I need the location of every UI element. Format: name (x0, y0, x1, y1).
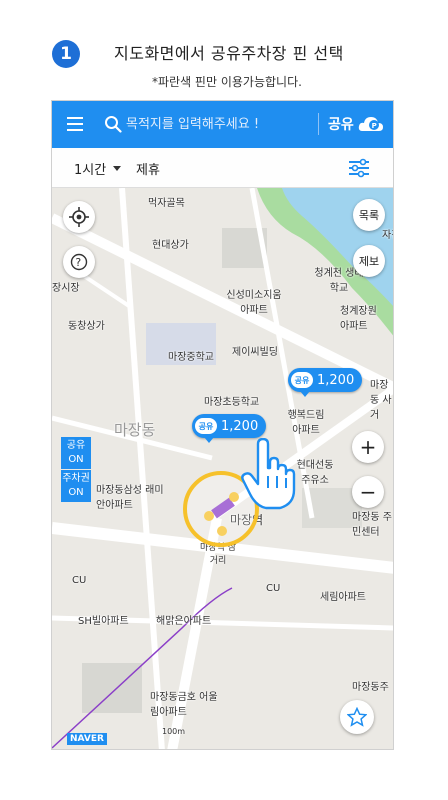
poi-label: CU (72, 575, 87, 586)
legend-line: ON (68, 487, 84, 498)
poi-label: SH빌아파트 (78, 616, 129, 627)
share-label: 공유 (328, 117, 354, 133)
poi-label: 청계장원 아파트 (340, 306, 377, 332)
help-button[interactable]: ? (63, 246, 95, 278)
poi-label: 마장동금호 어울림아파트 (150, 692, 218, 718)
legend-line: 주차권 (62, 473, 90, 484)
zoom-out-button[interactable]: − (352, 476, 384, 508)
poi-label: 마장동삼성 래미안아파트 (96, 485, 164, 511)
parking-pin-selected[interactable]: 공유 1,200 (192, 414, 267, 443)
map-view[interactable]: 마장동 현대상가 먹자골목 장시장 동창상가 청계천 생태학교 신성미소지움 아… (52, 188, 393, 749)
poi-label: 마장동 사거 (370, 380, 392, 421)
poi-label: 세림아파트 (320, 592, 366, 603)
poi-label: 현대상가 (152, 240, 189, 251)
current-location-button[interactable] (63, 201, 95, 233)
poi-label: 신성미소지움 아파트 (226, 290, 282, 316)
step-note: *파란색 핀만 이용가능합니다. (152, 75, 302, 89)
step-title: 지도화면에서 공유주차장 핀 선택 (114, 44, 344, 63)
poi-label: 자경 (382, 230, 393, 241)
star-icon (347, 707, 367, 727)
poi-label: 행복드림 아파트 (287, 410, 325, 436)
pin-price: 1,200 (221, 418, 259, 434)
step-number-badge: 1 (52, 40, 80, 68)
share-parking-button[interactable]: 공유 P (328, 111, 384, 137)
crosshair-icon (69, 207, 89, 227)
pin-price: 1,200 (317, 372, 355, 388)
caret-down-icon (113, 166, 122, 171)
question-icon: ? (70, 253, 88, 271)
app-bar: 공유 P (52, 101, 393, 148)
favorite-button[interactable] (340, 700, 374, 734)
pin-tag: 공유 (195, 418, 217, 434)
svg-text:P: P (371, 122, 376, 130)
phone-screenshot: 공유 P 1시간 제휴 (51, 100, 394, 750)
tap-hand-icon (241, 438, 296, 510)
zoom-in-button[interactable]: + (352, 431, 384, 463)
search-icon (105, 116, 122, 133)
poi-label: 마장동 주민센터 (352, 512, 392, 538)
menu-icon[interactable] (67, 117, 83, 131)
poi-label: 해맑은아파트 (156, 616, 212, 627)
legend-line: 공유 (66, 440, 86, 451)
destination-search-input[interactable] (126, 112, 306, 136)
legend-line: ON (68, 454, 84, 465)
poi-label: 마장초등학교 (204, 397, 260, 408)
list-button[interactable]: 목록 (353, 199, 385, 231)
tutorial-page: 1 지도화면에서 공유주차장 핀 선택 *파란색 핀만 이용가능합니다. 공유 … (0, 0, 448, 800)
ticket-legend[interactable]: 주차권 ON (61, 470, 91, 502)
partner-filter[interactable]: 제휴 (136, 159, 160, 178)
report-button[interactable]: 제보 (353, 245, 385, 277)
poi-label: 장시장 (52, 283, 80, 294)
poi-label: 먹자골목 (148, 198, 185, 209)
poi-label: 동창상가 (68, 321, 105, 332)
parking-pin[interactable]: 공유 1,200 (288, 368, 363, 397)
cloud-parking-icon: P (358, 117, 383, 131)
district-label: 마장동 (114, 421, 156, 439)
naver-logo: NAVER (67, 733, 107, 745)
poi-label: CU (266, 583, 281, 594)
scale-label: 100m (162, 727, 186, 736)
duration-select[interactable]: 1시간 (74, 159, 122, 178)
poi-label: 마장중학교 (168, 352, 214, 363)
poi-label: 제이씨빌딩 (232, 347, 278, 358)
duration-label: 1시간 (74, 163, 107, 178)
share-legend[interactable]: 공유 ON (61, 437, 91, 469)
poi-label: 마장동주 (352, 682, 389, 693)
filter-bar: 1시간 제휴 (52, 148, 393, 188)
sliders-icon[interactable] (348, 158, 370, 178)
pin-tag: 공유 (291, 372, 313, 388)
svg-text:?: ? (75, 256, 81, 269)
appbar-divider (318, 113, 319, 135)
